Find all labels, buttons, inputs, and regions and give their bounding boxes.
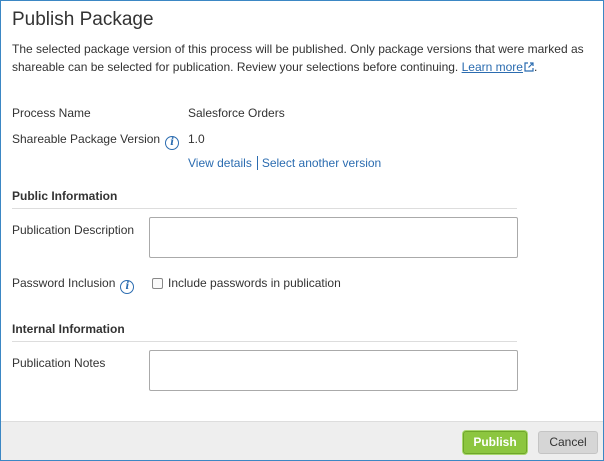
info-icon[interactable]: i [120,280,135,294]
password-inclusion-label-row: Password Inclusion i [12,276,135,294]
intro-end: . [533,60,538,74]
dialog-title: Publish Package [12,9,154,30]
view-details-link[interactable]: View details [188,156,252,170]
external-link-icon [524,62,534,72]
link-separator [256,156,258,170]
include-passwords-checkbox[interactable] [152,277,163,289]
version-value: 1.0 [188,132,205,146]
version-label-row: Shareable Package Version i [12,132,180,150]
publish-package-dialog: Publish Package The selected package ver… [0,0,604,461]
version-links: View details Select another version [188,156,381,170]
process-name-label: Process Name [12,106,91,120]
internal-information-heading: Internal Information [12,322,517,342]
learn-more-link[interactable]: Learn more [462,60,534,74]
version-label: Shareable Package Version [12,132,161,146]
process-name-value: Salesforce Orders [188,106,285,120]
publication-notes-input[interactable] [149,350,518,391]
learn-more-label: Learn more [461,60,523,74]
publish-button[interactable]: Publish [463,431,527,454]
public-information-heading: Public Information [12,189,517,209]
dialog-footer: Publish Cancel [1,421,603,460]
intro-text: The selected package version of this pro… [12,40,597,76]
include-passwords-row[interactable]: Include passwords in publication [152,276,341,290]
password-inclusion-label: Password Inclusion [12,276,116,290]
include-passwords-label: Include passwords in publication [168,276,341,290]
cancel-button[interactable]: Cancel [538,431,598,454]
select-another-version-link[interactable]: Select another version [262,156,381,170]
info-icon[interactable]: i [165,136,180,150]
publication-description-input[interactable] [149,217,518,258]
publication-notes-label: Publication Notes [12,356,106,370]
publication-description-label: Publication Description [12,223,135,237]
